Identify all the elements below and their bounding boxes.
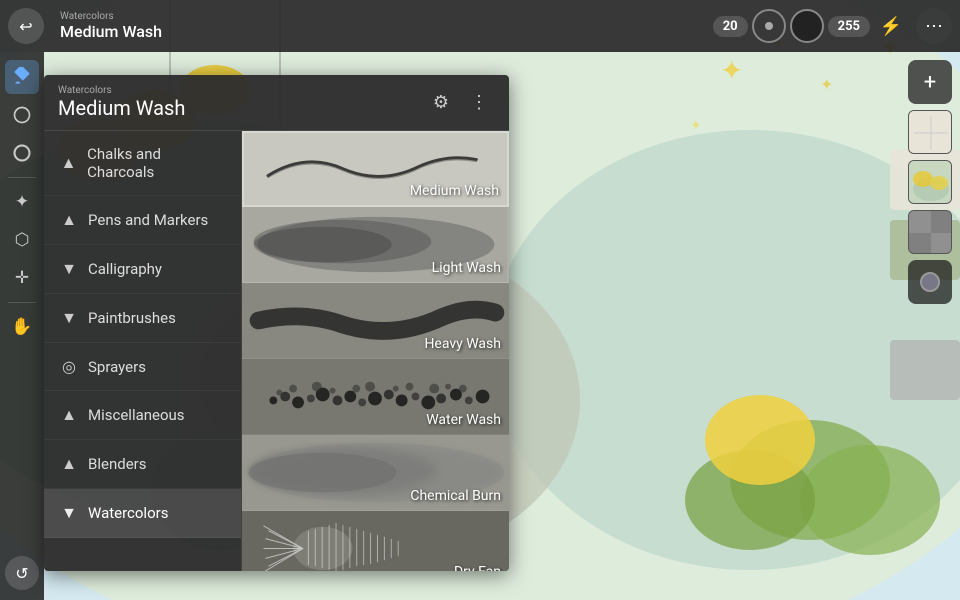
water-wash-name: Water Wash <box>426 412 501 428</box>
color-dot <box>920 272 940 292</box>
brush-panel-title: Medium Wash <box>58 96 185 120</box>
brush-panel-header: Watercolors Medium Wash ⚙ ⋮ <box>44 75 509 131</box>
misc-icon: ▲ <box>60 405 78 425</box>
category-item-miscellaneous[interactable]: ▲ Miscellaneous <box>44 391 241 440</box>
brush-label: Watercolors Medium Wash <box>52 11 713 41</box>
category-item-pens[interactable]: ▲ Pens and Markers <box>44 196 241 245</box>
chalks-label: Chalks and Charcoals <box>87 145 225 181</box>
chalks-icon: ▲ <box>60 153 77 173</box>
brush-settings-button[interactable]: ⚙ <box>425 87 457 119</box>
category-list: ▲ Chalks and Charcoals ▲ Pens and Marker… <box>44 131 242 571</box>
right-sidebar: + <box>900 52 960 600</box>
calligraphy-icon: ▼ <box>60 259 78 279</box>
light-wash-name: Light Wash <box>432 260 501 276</box>
brush-item-chemical-burn[interactable]: Chemical Burn <box>242 435 509 511</box>
top-toolbar: ↩ Watercolors Medium Wash 20 255 ⚡ ⋯ <box>0 0 960 52</box>
brush-category-label: Watercolors <box>60 11 713 22</box>
smudge-tool-icon[interactable]: ⚡ <box>874 9 908 43</box>
brush-more-button[interactable]: ⋮ <box>463 87 495 119</box>
heavy-wash-name: Heavy Wash <box>424 336 501 352</box>
layer-thumb-2[interactable] <box>908 160 952 204</box>
brush-item-dry-fan[interactable]: Dry Fan <box>242 511 509 571</box>
gesture-button[interactable]: ✋ <box>5 310 39 344</box>
pens-icon: ▲ <box>60 210 78 230</box>
layer-thumb-3[interactable] <box>908 210 952 254</box>
watercolors-icon: ▼ <box>60 503 78 523</box>
toolbar-controls: 20 255 ⚡ ⋯ <box>713 8 952 44</box>
blenders-label: Blenders <box>88 455 146 473</box>
brush-panel-actions: ⚙ ⋮ <box>425 87 495 119</box>
left-sidebar: ✦ ⬡ ✛ ✋ <box>0 52 44 600</box>
brush-item-water-wash[interactable]: Water Wash <box>242 359 509 435</box>
sprayers-label: Sprayers <box>88 358 146 376</box>
layer-thumb-1[interactable] <box>908 110 952 154</box>
tool-divider-2 <box>8 302 36 303</box>
paintbrushes-icon: ▼ <box>60 308 78 328</box>
misc-label: Miscellaneous <box>88 406 185 424</box>
bottom-undo-button[interactable]: ↺ <box>5 556 39 590</box>
svg-text:✦: ✦ <box>690 118 702 134</box>
category-item-calligraphy[interactable]: ▼ Calligraphy <box>44 245 241 294</box>
brush-size-circle-small[interactable] <box>752 9 786 43</box>
brush-panel-category: Watercolors <box>58 85 185 96</box>
opacity-badge[interactable]: 255 <box>828 16 870 37</box>
watercolors-label: Watercolors <box>88 504 168 522</box>
brush-item-heavy-wash[interactable]: Heavy Wash <box>242 283 509 359</box>
selection-button[interactable]: ⬡ <box>5 223 39 257</box>
paintbrushes-label: Paintbrushes <box>88 309 176 327</box>
pens-label: Pens and Markers <box>88 211 208 229</box>
category-item-sprayers[interactable]: ◎ Sprayers <box>44 343 241 391</box>
brush-item-medium-wash[interactable]: Medium Wash <box>242 131 509 207</box>
category-item-paintbrushes[interactable]: ▼ Paintbrushes <box>44 294 241 343</box>
size-badge[interactable]: 20 <box>713 16 748 37</box>
category-item-blenders[interactable]: ▲ Blenders <box>44 440 241 489</box>
tool-divider <box>8 177 36 178</box>
medium-wash-name: Medium Wash <box>410 183 499 199</box>
eraser-tool-button[interactable] <box>5 136 39 170</box>
brush-picker-panel: Watercolors Medium Wash ⚙ ⋮ ▲ Chalks and… <box>44 75 509 571</box>
category-item-chalks[interactable]: ▲ Chalks and Charcoals <box>44 131 241 196</box>
color-picker-button[interactable] <box>908 260 952 304</box>
dry-fan-name: Dry Fan <box>454 564 501 571</box>
toolbar-more-button[interactable]: ⋯ <box>916 8 952 44</box>
blenders-icon: ▲ <box>60 454 78 474</box>
undo-button[interactable]: ↩ <box>8 8 44 44</box>
brush-item-light-wash[interactable]: Light Wash <box>242 207 509 283</box>
brush-panel-body: ▲ Chalks and Charcoals ▲ Pens and Marker… <box>44 131 509 571</box>
brush-list: Medium Wash Light Wash <box>242 131 509 571</box>
smudge-tool-button[interactable] <box>5 98 39 132</box>
sprayers-icon: ◎ <box>60 357 78 376</box>
calligraphy-label: Calligraphy <box>88 260 162 278</box>
brush-panel-title-area: Watercolors Medium Wash <box>58 85 185 120</box>
svg-text:✦: ✦ <box>720 54 743 87</box>
brush-name-label: Medium Wash <box>60 22 713 41</box>
category-item-watercolors[interactable]: ▼ Watercolors <box>44 489 241 538</box>
brush-tool-button[interactable] <box>5 60 39 94</box>
brush-size-circle-large[interactable] <box>790 9 824 43</box>
adjustments-button[interactable]: ✦ <box>5 185 39 219</box>
svg-text:✦: ✦ <box>820 75 833 94</box>
add-layer-button[interactable]: + <box>908 60 952 104</box>
chemical-burn-name: Chemical Burn <box>410 488 501 504</box>
transform-button[interactable]: ✛ <box>5 261 39 295</box>
dry-fan-preview <box>242 511 509 571</box>
